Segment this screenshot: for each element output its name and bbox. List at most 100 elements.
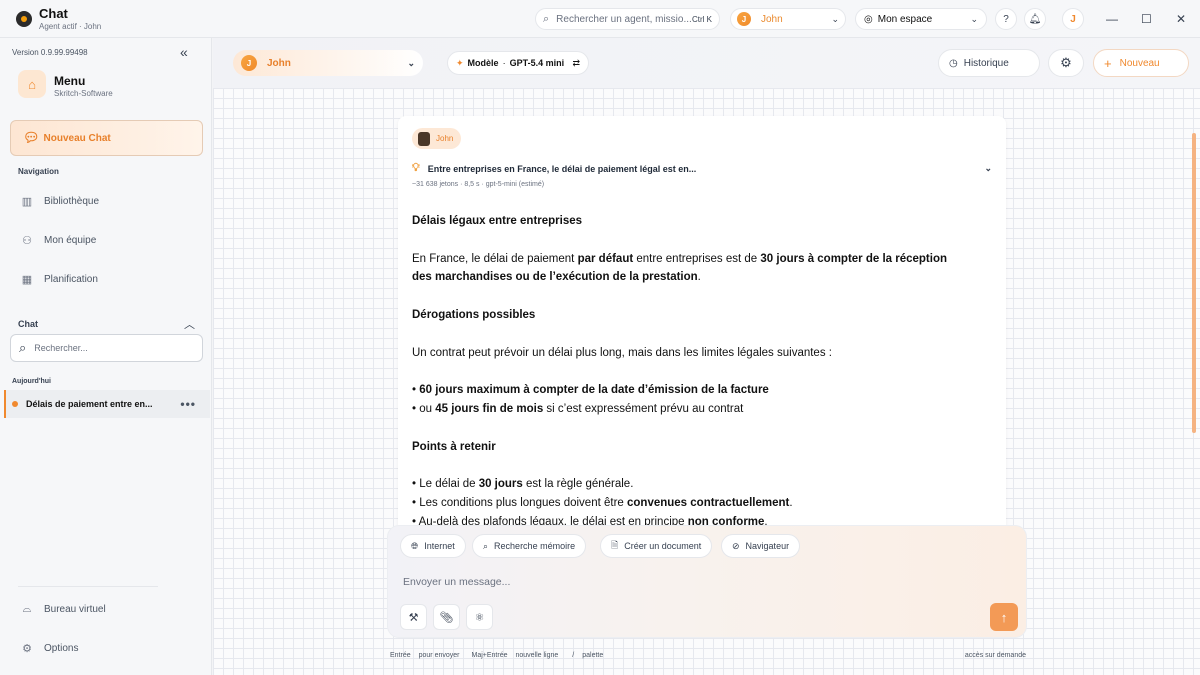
sidebar-item-team[interactable]: ⚇ Mon équipe (20, 234, 96, 247)
sidebar-item-virtual-office[interactable]: ⌓ Bureau virtuel (20, 603, 106, 616)
history-icon: ◷ (949, 57, 958, 69)
globe-icon: 🌐︎ (411, 540, 419, 551)
workspace-label: Mon espace (877, 13, 933, 25)
profile-avatar-button[interactable]: J (1062, 8, 1084, 30)
more-options-icon[interactable]: ••• (180, 397, 196, 411)
close-icon[interactable]: ✕ (1176, 12, 1186, 26)
plus-icon: + (1104, 55, 1112, 71)
model-label: Modèle (467, 58, 499, 68)
author-name: John (436, 134, 454, 143)
sidebar-item-planning[interactable]: ▦ Planification (20, 273, 98, 286)
model-separator: · (502, 58, 506, 68)
help-icon: ? (1003, 13, 1009, 25)
scroll-indicator[interactable] (1192, 133, 1196, 433)
agent-avatar: J (241, 55, 257, 71)
today-label: Aujourd'hui (12, 378, 51, 385)
prompt-library-button[interactable]: ⚛ (466, 604, 493, 630)
heading: Dérogations possibles (412, 308, 536, 321)
tools-icon: ⚒ (408, 611, 419, 624)
library-icon: ▥ (21, 196, 33, 208)
app-logo-icon (16, 11, 32, 27)
tool-label: Recherche mémoire (494, 541, 576, 551)
workspace-icon: ◎ (864, 13, 873, 25)
chat-plus-icon: 💬︎ (23, 130, 40, 145)
new-button[interactable]: + Nouveau (1093, 49, 1189, 77)
minimize-icon[interactable]: — (1106, 12, 1118, 26)
chevron-down-icon: ⌄ (831, 13, 839, 24)
user-selector[interactable]: J John ⌄ (730, 8, 846, 30)
chevron-up-icon[interactable]: ︿ (184, 316, 195, 332)
list-item: • ou 45 jours fin de mois si c’est expre… (412, 402, 744, 415)
arrow-up-icon: ↑ (1000, 609, 1008, 625)
paragraph: En France, le délai de paiement par défa… (412, 252, 948, 284)
vr-headset-icon: ⌓ (22, 603, 32, 615)
browser-button[interactable]: ⊘ Navigateur (721, 534, 801, 558)
user-name: John (761, 13, 783, 25)
message-input[interactable]: Envoyer un message... (403, 576, 510, 588)
swap-icon: ⇄ (572, 57, 580, 68)
hint-desc: pour envoyer (418, 652, 460, 659)
search-icon: ⌕ (19, 340, 27, 355)
workspace-selector[interactable]: ◎ Mon espace ⌄ (855, 8, 987, 30)
reasoning-toggle[interactable]: 💡︎ Entre entreprises en France, le délai… (412, 162, 992, 175)
maximize-icon[interactable]: ☐ (1141, 12, 1152, 26)
title-bar: Chat Agent actif · John ⌕ Rechercher un … (0, 0, 1200, 38)
app-subtitle: Agent actif · John (39, 22, 102, 31)
collapse-sidebar-icon[interactable]: « (180, 44, 188, 60)
memory-icon: ⌕ (483, 540, 489, 551)
bell-icon: 🔔︎ (1028, 13, 1042, 25)
sidebar-item-label: Bibliothèque (44, 196, 100, 207)
document-icon: 🗎︎ (611, 540, 619, 550)
menu-subtitle: Skritch-Software (54, 89, 113, 98)
search-placeholder: Rechercher un agent, missio... (556, 13, 692, 25)
paperclip-icon: 📎︎ (439, 611, 454, 624)
memory-search-button[interactable]: ⌕ Recherche mémoire (472, 534, 587, 558)
agent-selector[interactable]: J John ⌄ (233, 50, 423, 76)
paragraph: Un contrat peut prévoir un délai plus lo… (412, 346, 832, 359)
hint-key: Maj+Entrée (471, 652, 508, 659)
create-document-button[interactable]: 🗎︎ Créer un document (600, 534, 713, 558)
composer: 🌐︎ Internet ⌕ Recherche mémoire 🗎︎ Créer… (387, 525, 1027, 638)
model-selector[interactable]: ✦ Modèle · GPT-5.4 mini ⇄ (447, 51, 589, 75)
model-name: GPT-5.4 mini (509, 58, 565, 68)
keyboard-hints: Entrée pour envoyer Maj+Entrée nouvelle … (390, 652, 1026, 659)
attach-button[interactable]: 📎︎ (433, 604, 460, 630)
reasoning-title: Entre entreprises en France, le délai de… (427, 163, 697, 174)
assistant-message: John 💡︎ Entre entreprises en France, le … (398, 116, 1006, 561)
list-item: • Les conditions plus longues doivent êt… (412, 496, 793, 509)
search-shortcut: Ctrl K (692, 14, 712, 24)
hint-desc: nouvelle ligne (515, 652, 559, 659)
chevron-down-icon: ⌄ (970, 13, 978, 24)
sidebar-item-label: Planification (44, 274, 98, 285)
history-button[interactable]: ◷ Historique (938, 49, 1040, 77)
new-chat-button[interactable]: 💬︎ Nouveau Chat (10, 120, 203, 156)
chat-search-input[interactable]: ⌕ Rechercher... (10, 334, 203, 362)
sidebar-item-library[interactable]: ▥ Bibliothèque (20, 195, 99, 208)
settings-button[interactable]: ⚙ (1048, 49, 1084, 77)
sidebar-item-label: Mon équipe (44, 235, 97, 246)
notifications-button[interactable]: 🔔︎ (1024, 8, 1046, 30)
chevron-down-icon: ⌄ (984, 163, 992, 173)
main-area: J John ⌄ ✦ Modèle · GPT-5.4 mini ⇄ ◷ His… (213, 38, 1200, 675)
heading: Délais légaux entre entreprises (412, 215, 583, 227)
message-body: Délais légaux entre entreprises En Franc… (412, 212, 952, 532)
active-dot (12, 401, 18, 407)
global-search-input[interactable]: ⌕ Rechercher un agent, missio... Ctrl K (535, 8, 720, 30)
tool-label: Navigateur (745, 541, 790, 551)
sparkle-icon: ✦ (456, 57, 464, 68)
send-button[interactable]: ↑ (990, 603, 1018, 631)
chat-history-item[interactable]: Délais de paiement entre en... ••• (4, 390, 210, 418)
chat-history-title: Délais de paiement entre en... (26, 399, 153, 409)
help-button[interactable]: ? (995, 8, 1017, 30)
access-hint: accès sur demande (964, 652, 1026, 659)
sidebar-item-options[interactable]: ⚙ Options (20, 642, 78, 655)
lightbulb-icon: 💡︎ (412, 162, 420, 174)
home-icon[interactable]: ⌂ (18, 70, 46, 98)
tool-label: Internet (424, 541, 455, 551)
agent-name: John (267, 57, 291, 69)
version-label: Version 0.9.99.99498 (12, 48, 88, 57)
tools-button[interactable]: ⚒ (400, 604, 427, 630)
divider (18, 586, 158, 587)
internet-tool-button[interactable]: 🌐︎ Internet (400, 534, 466, 558)
main-toolbar: J John ⌄ ✦ Modèle · GPT-5.4 mini ⇄ ◷ His… (213, 38, 1200, 88)
